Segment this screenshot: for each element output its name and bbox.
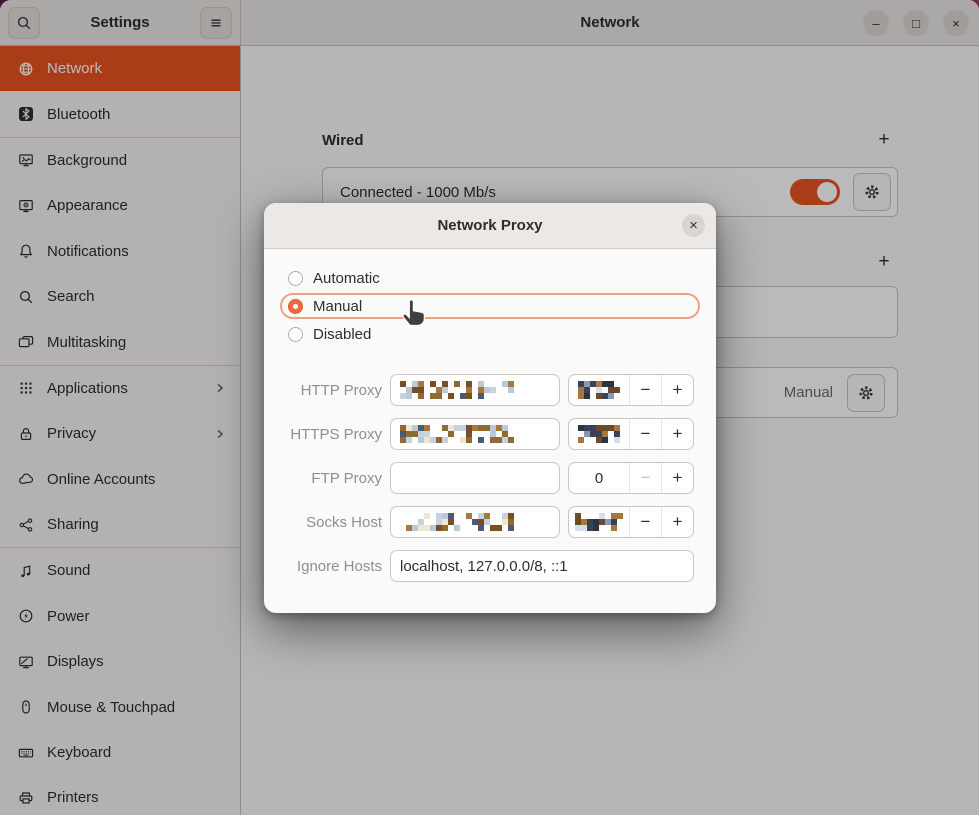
proxy-field-row: FTP Proxy 0−+ [278,462,716,494]
port-spinbutton: −+ [568,506,694,538]
radio-label: Manual [313,298,362,315]
host-input[interactable] [390,506,560,538]
proxy-field-row: HTTP Proxy −+ [278,374,716,406]
radio-button[interactable] [288,327,303,342]
port-decrement-button[interactable]: − [630,375,662,405]
proxy-field-row: Ignore Hosts localhost, 127.0.0.0/8, ::1 [278,550,716,582]
dialog-close-button[interactable]: × [682,214,705,237]
mouse-cursor [401,297,428,327]
host-input[interactable] [390,462,560,494]
network-proxy-dialog: Network Proxy × AutomaticManualDisabled … [264,203,716,613]
field-label: Socks Host [278,514,382,531]
redacted-pixelated-value [400,381,514,399]
field-label: FTP Proxy [278,470,382,487]
port-spinbutton: −+ [568,418,694,450]
proxy-mode-option-automatic[interactable]: Automatic [280,265,700,291]
proxy-field-row: HTTPS Proxy −+ [278,418,716,450]
field-label: HTTP Proxy [278,382,382,399]
port-spinbutton: −+ [568,374,694,406]
redacted-pixelated-value [400,513,514,531]
port-decrement-button[interactable]: − [630,507,662,537]
proxy-mode-option-disabled[interactable]: Disabled [280,321,700,347]
radio-button[interactable] [288,271,303,286]
dialog-title: Network Proxy [437,217,542,234]
proxy-mode-options: Automatic Manual Disabled [264,265,716,347]
radio-button-selected[interactable] [288,299,303,314]
port-value[interactable] [569,375,630,405]
redacted-pixelated-value [400,425,514,443]
redacted-pixelated-value [575,513,623,531]
redacted-pixelated-value [578,381,620,399]
port-decrement-button: − [630,463,662,493]
radio-label: Disabled [313,326,371,343]
proxy-field-row: Socks Host −+ [278,506,716,538]
port-increment-button[interactable]: + [662,507,693,537]
field-label: HTTPS Proxy [278,426,382,443]
radio-label: Automatic [313,270,380,287]
port-value[interactable]: 0 [569,463,630,493]
port-decrement-button[interactable]: − [630,419,662,449]
port-increment-button[interactable]: + [662,419,693,449]
ignore-hosts-input[interactable]: localhost, 127.0.0.0/8, ::1 [390,550,694,582]
port-increment-button[interactable]: + [662,375,693,405]
host-input[interactable] [390,418,560,450]
dialog-header: Network Proxy × [264,203,716,249]
redacted-pixelated-value [578,425,620,443]
port-value[interactable] [569,419,630,449]
port-increment-button[interactable]: + [662,463,693,493]
port-value[interactable] [569,507,630,537]
settings-window: Settings Network – □ × NetworkBluetoothB… [0,0,979,815]
field-label: Ignore Hosts [278,558,382,575]
proxy-fields: HTTP Proxy−+HTTPS Proxy−+FTP Proxy0−+Soc… [264,374,716,582]
proxy-mode-option-manual[interactable]: Manual [280,293,700,319]
port-spinbutton: 0−+ [568,462,694,494]
host-input[interactable] [390,374,560,406]
ignore-hosts-value: localhost, 127.0.0.0/8, ::1 [400,558,568,575]
